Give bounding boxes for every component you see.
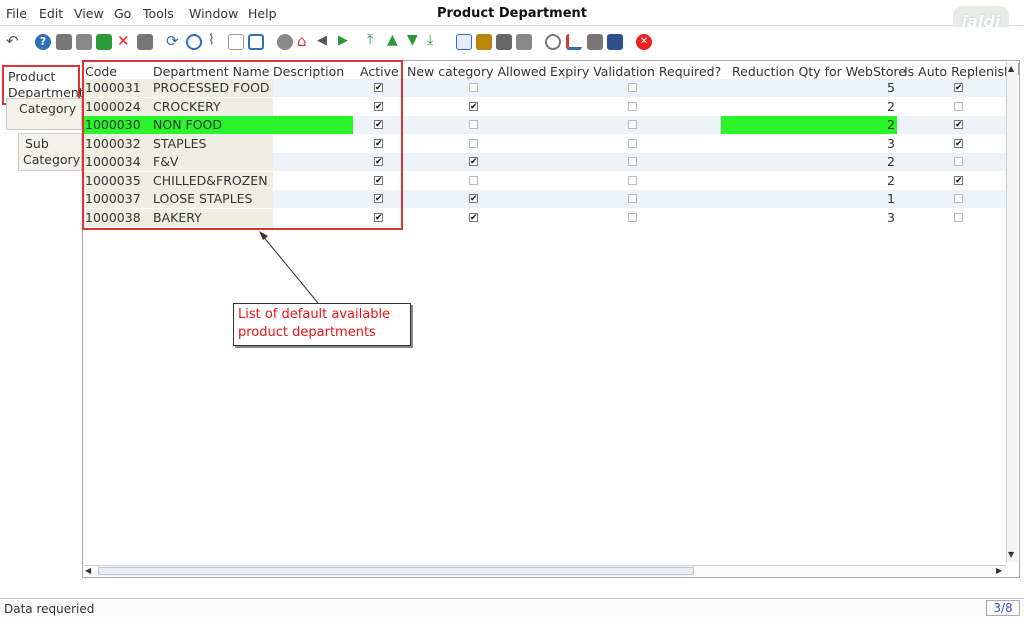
callout-line1: List of default available [238,307,391,322]
annotation-callout: List of default available product depart… [233,303,411,346]
status-message: Data requeried [4,602,95,616]
status-bar: Data requeried 3/8 [0,598,1024,617]
annotation-arrow [259,231,319,304]
record-page-indicator: 3/8 [986,600,1020,616]
callout-line2: product departments [238,325,376,340]
